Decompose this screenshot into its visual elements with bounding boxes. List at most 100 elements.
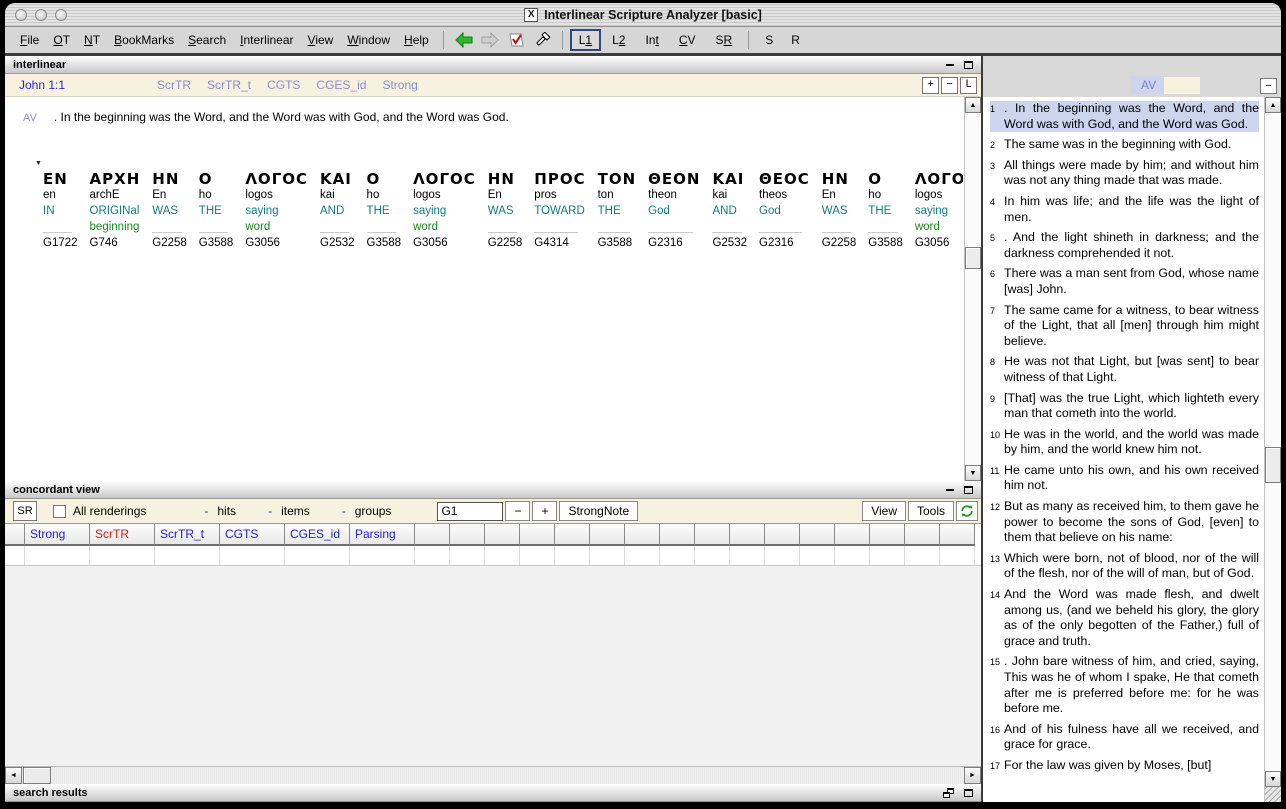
menu-item[interactable]: BookMarks: [107, 30, 181, 50]
menu-item[interactable]: View: [301, 30, 341, 50]
verse-item[interactable]: 16And of his fulness have all we receive…: [990, 722, 1259, 753]
verse-item[interactable]: 15. John bare witness of him, and cried,…: [990, 654, 1259, 716]
flashlight-icon[interactable]: [531, 30, 553, 50]
panel-maximize-icon[interactable]: [964, 61, 973, 69]
verse-reference[interactable]: John 1:1: [19, 78, 65, 92]
verse-item[interactable]: 1. In the beginning was the Word, and th…: [990, 101, 1259, 132]
interlinear-word-column[interactable]: ΗΝ En WAS G2258: [488, 170, 523, 253]
sr-button[interactable]: SR: [13, 501, 37, 521]
decrement-button[interactable]: −: [505, 501, 530, 521]
table-header-cell[interactable]: [730, 524, 765, 546]
word-marker-icon[interactable]: ▼: [35, 161, 963, 167]
verse-item[interactable]: 2The same was in the beginning with God.: [990, 137, 1259, 153]
back-icon[interactable]: [453, 30, 475, 50]
strong-number[interactable]: G2532: [712, 237, 747, 253]
table-header-cell[interactable]: [835, 524, 870, 546]
strong-number[interactable]: G2258: [152, 237, 187, 253]
verse-item[interactable]: 17For the law was given by Moses, [but]: [990, 758, 1259, 774]
panel-minimize-icon[interactable]: [946, 489, 954, 491]
menu-item[interactable]: Help: [397, 30, 436, 50]
strong-number[interactable]: G4314: [534, 237, 585, 253]
tools-button[interactable]: Tools: [908, 501, 954, 521]
strong-number[interactable]: G2316: [648, 237, 700, 253]
verse-list[interactable]: 1. In the beginning was the Word, and th…: [983, 97, 1264, 802]
tab-av-version[interactable]: AV: [1131, 76, 1166, 94]
interlinear-word-column[interactable]: Ο ho THE G3588: [868, 170, 903, 253]
column-source-link[interactable]: CGES_id: [316, 78, 366, 92]
interlinear-word-column[interactable]: ΚΑΙ kai AND G2532: [320, 170, 355, 253]
table-header-cell[interactable]: CGTS: [220, 524, 285, 546]
table-header-cell[interactable]: ScrTR_t: [155, 524, 220, 546]
verse-item[interactable]: 5. And the light shineth in darkness; an…: [990, 230, 1259, 261]
collapse-panel-button[interactable]: −: [1260, 78, 1277, 94]
interlinear-word-column[interactable]: ΕΝ en IN G1722: [43, 170, 78, 253]
zoom-button[interactable]: L: [960, 77, 977, 94]
interlinear-word-column[interactable]: ΘΕΟΝ theon God G2316: [648, 170, 700, 253]
zoom-button[interactable]: −: [941, 77, 958, 94]
table-header-cell[interactable]: Strong: [25, 524, 90, 546]
toolbar-view-button[interactable]: L2: [603, 29, 634, 51]
table-header-cell[interactable]: Parsing: [350, 524, 415, 546]
table-header-cell[interactable]: [590, 524, 625, 546]
interlinear-word-column[interactable]: ΠΡΟC pros TOWARD G4314: [534, 170, 585, 253]
toolbar-view-button[interactable]: SR: [707, 29, 742, 51]
table-header-cell[interactable]: ScrTR: [90, 524, 155, 546]
verse-item[interactable]: 14And the Word was made flesh, and dwelt…: [990, 587, 1259, 649]
horizontal-scrollbar[interactable]: ◄ ►: [5, 766, 981, 784]
interlinear-word-column[interactable]: ΛΟΓΟC logos saying word G3056: [915, 170, 963, 253]
verse-item[interactable]: 6There was a man sent from God, whose na…: [990, 266, 1259, 297]
panel-maximize-icon[interactable]: [964, 486, 973, 494]
panel-minimize-icon[interactable]: [946, 64, 954, 66]
panel-restore-icon[interactable]: [943, 788, 954, 798]
resize-grip[interactable]: [1265, 787, 1281, 802]
verse-item[interactable]: 7The same came for a witness, to bear wi…: [990, 303, 1259, 350]
table-header-cell[interactable]: [870, 524, 905, 546]
table-header-cell[interactable]: [485, 524, 520, 546]
scroll-down-icon[interactable]: ▼: [965, 465, 981, 481]
strong-number[interactable]: G2532: [320, 237, 355, 253]
strong-number[interactable]: G2316: [759, 237, 810, 253]
increment-button[interactable]: +: [532, 501, 557, 521]
table-header-cell[interactable]: [800, 524, 835, 546]
strong-number[interactable]: G2258: [822, 237, 857, 253]
view-button[interactable]: View: [862, 501, 906, 521]
verse-item[interactable]: 12But as many as received him, to them g…: [990, 499, 1259, 546]
interlinear-word-column[interactable]: ΚΑΙ kai AND G2532: [712, 170, 747, 253]
table-header-cell[interactable]: [520, 524, 555, 546]
scroll-up-icon[interactable]: ▲: [1265, 97, 1281, 113]
toolbar-view-button[interactable]: Int: [636, 29, 667, 51]
column-source-link[interactable]: CGTS: [267, 78, 300, 92]
strong-number[interactable]: G3056: [245, 237, 308, 253]
interlinear-word-column[interactable]: ΛΟΓΟC logos saying word G3056: [413, 170, 476, 253]
strong-number[interactable]: G746: [90, 237, 141, 253]
column-source-link[interactable]: ScrTR_t: [207, 78, 251, 92]
strong-number[interactable]: G3056: [413, 237, 476, 253]
menu-item[interactable]: File: [13, 30, 46, 50]
scroll-right-icon[interactable]: ►: [964, 767, 981, 784]
table-header-cell[interactable]: [5, 524, 25, 546]
zoom-button[interactable]: +: [922, 77, 939, 94]
forward-icon[interactable]: [479, 30, 501, 50]
scroll-left-icon[interactable]: ◄: [5, 767, 22, 784]
table-header-cell[interactable]: [905, 524, 940, 546]
table-header-cell[interactable]: [940, 524, 975, 546]
table-header-cell[interactable]: CGES_id: [285, 524, 350, 546]
verse-item[interactable]: 10He was in the world, and the world was…: [990, 427, 1259, 458]
verse-item[interactable]: 4In him was life; and the life was the l…: [990, 194, 1259, 225]
scroll-down-icon[interactable]: ▼: [1265, 771, 1281, 787]
scrollbar-thumb[interactable]: [965, 247, 981, 269]
verse-item[interactable]: 3All things were made by him; and withou…: [990, 158, 1259, 189]
menu-item[interactable]: OT: [46, 30, 77, 50]
verse-item[interactable]: 11He came unto his own, and his own rece…: [990, 463, 1259, 494]
concordant-table-row[interactable]: [5, 546, 981, 566]
panel-maximize-icon[interactable]: [964, 789, 973, 797]
strong-number[interactable]: G3056: [915, 237, 963, 253]
table-header-cell[interactable]: [695, 524, 730, 546]
strong-number[interactable]: G3588: [598, 237, 637, 253]
strong-number[interactable]: G3588: [868, 237, 903, 253]
menu-item[interactable]: Search: [181, 30, 233, 50]
menu-item[interactable]: Interlinear: [233, 30, 300, 50]
table-header-cell[interactable]: [660, 524, 695, 546]
strong-number[interactable]: G3588: [199, 237, 234, 253]
strong-number[interactable]: G3588: [367, 237, 402, 253]
